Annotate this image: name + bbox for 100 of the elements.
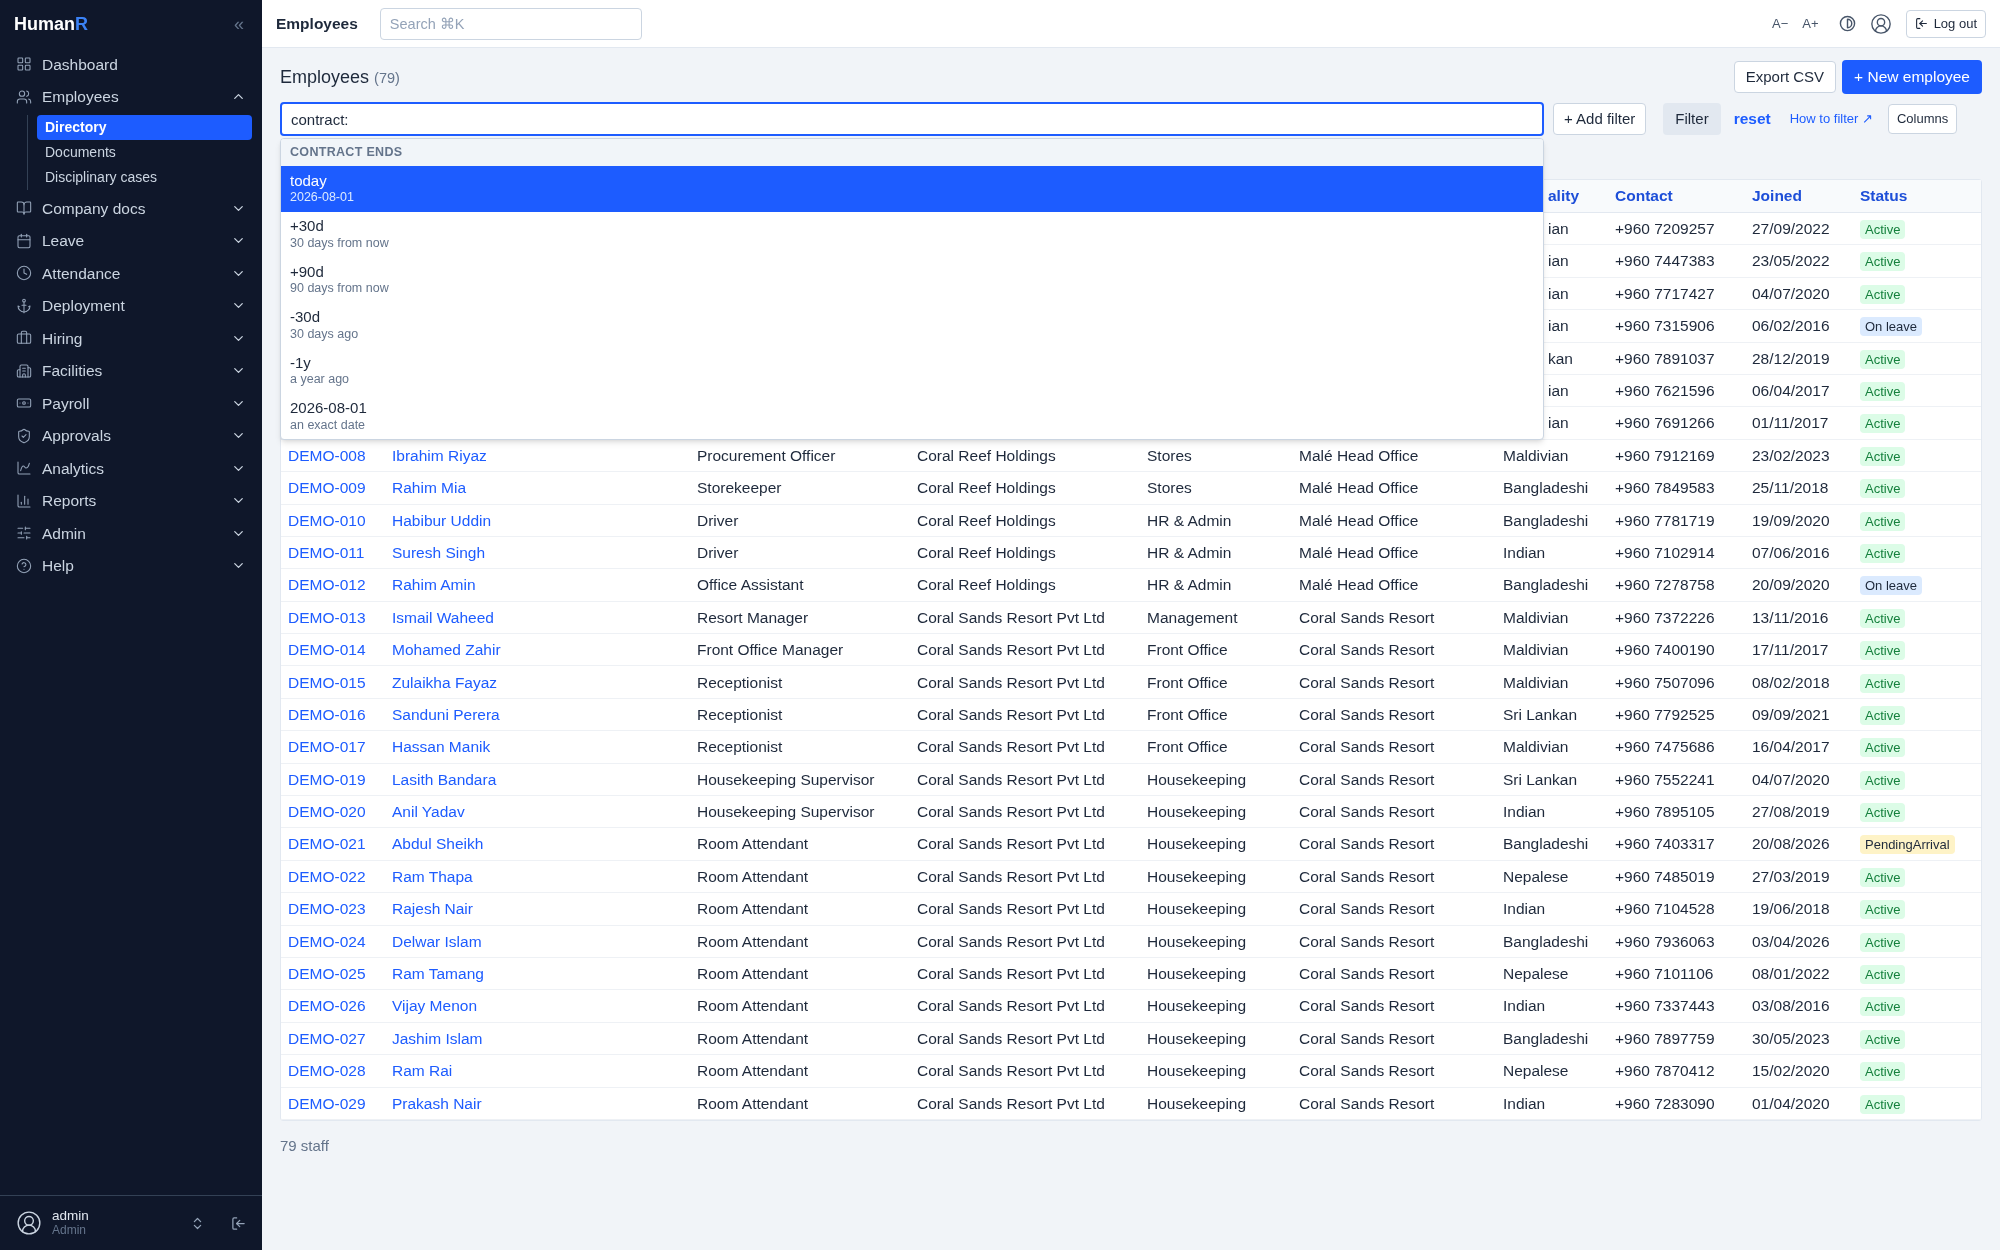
table-cell: +960 7552241 <box>1615 770 1715 788</box>
employee-name-link[interactable]: Hassan Manik <box>392 738 491 756</box>
nav-item[interactable]: Facilities <box>10 354 252 387</box>
table-cell: ian <box>1548 382 1569 399</box>
account-icon[interactable] <box>1869 12 1892 35</box>
nav-item[interactable]: Employees <box>10 80 252 113</box>
employee-id-link[interactable]: DEMO-023 <box>288 900 366 918</box>
table-cell: +960 7621596 <box>1615 382 1715 399</box>
logout-icon[interactable] <box>231 1215 246 1231</box>
table-cell: Indian <box>1503 900 1546 918</box>
search-field[interactable]: Search ⌘K <box>379 7 642 40</box>
employee-id-link[interactable]: DEMO-020 <box>288 803 366 821</box>
employee-name-link[interactable]: Anil Yadav <box>392 803 465 821</box>
table-cell: Coral Sands Resort <box>1299 932 1435 950</box>
employee-name-link[interactable]: Rahim Amin <box>392 576 476 594</box>
nav-item[interactable]: Approvals <box>10 419 252 452</box>
employee-id-link[interactable]: DEMO-019 <box>288 770 366 788</box>
employee-id-link[interactable]: DEMO-024 <box>288 932 366 950</box>
nav-item[interactable]: Reports <box>10 484 252 517</box>
column-header: Status <box>1860 187 1908 205</box>
suggestion-option[interactable]: -1y a year ago <box>281 348 1543 394</box>
employee-name-link[interactable]: Habibur Uddin <box>392 511 492 529</box>
nav-item[interactable]: Deployment <box>10 289 252 322</box>
increase-font-button[interactable]: A+ <box>1802 13 1819 34</box>
suggestion-option[interactable]: +30d 30 days from now <box>281 211 1543 257</box>
table-cell: Bangladeshi <box>1503 479 1589 497</box>
employee-id-link[interactable]: DEMO-028 <box>288 1062 366 1080</box>
employee-name-link[interactable]: Rajesh Nair <box>392 900 473 918</box>
suggestion-option[interactable]: +90d 90 days from now <box>281 257 1543 303</box>
filter-input[interactable]: contract: <box>280 102 1544 136</box>
contrast-icon[interactable] <box>1838 15 1856 32</box>
employee-name-link[interactable]: Sanduni Perera <box>392 705 500 723</box>
nav-item[interactable]: Help <box>10 549 252 582</box>
collapse-button[interactable]: « <box>230 10 248 38</box>
nav-item[interactable]: Hiring <box>10 322 252 355</box>
reset-link[interactable]: reset <box>1729 107 1775 131</box>
employee-id-link[interactable]: DEMO-025 <box>288 965 366 983</box>
table-cell: Front Office <box>1147 673 1228 691</box>
employee-name-link[interactable]: Ram Rai <box>392 1062 453 1080</box>
suggestion-option[interactable]: today 2026-08-01 <box>281 166 1543 212</box>
employee-id-link[interactable]: DEMO-009 <box>288 479 366 497</box>
nav-item[interactable]: Attendance <box>10 257 252 290</box>
employee-id-link[interactable]: DEMO-014 <box>288 641 366 659</box>
table-cell: +960 7400190 <box>1615 641 1715 659</box>
nav-item[interactable]: Payroll <box>10 387 252 420</box>
employee-name-link[interactable]: Lasith Bandara <box>392 770 497 788</box>
column-header: ality <box>1548 187 1579 205</box>
table-cell: Room Attendant <box>697 1062 809 1080</box>
logout-icon <box>1914 17 1928 30</box>
employee-name-link[interactable]: Prakash Nair <box>392 1094 482 1112</box>
new-employee-button[interactable]: + New employee <box>1842 60 1982 94</box>
employee-name-link[interactable]: Suresh Singh <box>392 543 486 561</box>
employee-id-link[interactable]: DEMO-008 <box>288 446 366 464</box>
table-cell: 03/04/2026 <box>1752 932 1830 950</box>
nav-subitem[interactable]: Documents <box>37 140 252 165</box>
employee-name-link[interactable]: Ibrahim Riyaz <box>392 446 487 464</box>
employee-id-link[interactable]: DEMO-021 <box>288 835 366 853</box>
employee-id-link[interactable]: DEMO-015 <box>288 673 366 691</box>
employee-name-link[interactable]: Rahim Mia <box>392 479 467 497</box>
export-csv-button[interactable]: Export CSV <box>1733 61 1837 93</box>
employee-id-link[interactable]: DEMO-017 <box>288 738 366 756</box>
employee-name-link[interactable]: Zulaikha Fayaz <box>392 673 498 691</box>
employee-name-link[interactable]: Ram Tamang <box>392 965 484 983</box>
employee-name-link[interactable]: Ismail Waheed <box>392 608 494 626</box>
status-badge: Active <box>1860 738 1906 758</box>
employee-id-link[interactable]: DEMO-027 <box>288 1029 366 1047</box>
employee-name-link[interactable]: Ram Thapa <box>392 867 473 885</box>
decrease-font-button[interactable]: A− <box>1772 13 1789 34</box>
employee-id-link[interactable]: DEMO-011 <box>288 543 365 561</box>
suggestion-option[interactable]: 2026-08-01 an exact date <box>281 393 1543 439</box>
nav-item[interactable]: Admin <box>10 517 252 550</box>
how-to-filter-link[interactable]: How to filter ↗ <box>1783 109 1879 129</box>
employee-name-link[interactable]: Abdul Sheikh <box>392 835 484 853</box>
employee-id-link[interactable]: DEMO-010 <box>288 511 366 529</box>
table-cell: +960 7691266 <box>1615 414 1715 432</box>
employee-name-link[interactable]: Delwar Islam <box>392 932 482 950</box>
employee-id-link[interactable]: DEMO-026 <box>288 997 366 1015</box>
table-cell: 08/01/2022 <box>1752 965 1830 983</box>
employee-name-link[interactable]: Vijay Menon <box>392 997 477 1015</box>
table-cell: +960 7403317 <box>1615 835 1715 853</box>
employee-id-link[interactable]: DEMO-013 <box>288 608 366 626</box>
logout-button[interactable]: Log out <box>1905 9 1986 38</box>
nav-item[interactable]: Company docs <box>10 192 252 225</box>
employee-id-link[interactable]: DEMO-012 <box>288 576 366 594</box>
columns-button[interactable]: Columns <box>1887 104 1958 134</box>
nav-item[interactable]: Leave <box>10 224 252 257</box>
filter-button[interactable]: Filter <box>1663 103 1721 135</box>
employee-id-link[interactable]: DEMO-016 <box>288 705 366 723</box>
employee-id-link[interactable]: DEMO-029 <box>288 1094 366 1112</box>
nav-item[interactable]: Analytics <box>10 452 252 485</box>
nav-item[interactable]: Dashboard <box>10 48 252 81</box>
nav-subitem[interactable]: Directory <box>37 115 252 140</box>
employee-id-link[interactable]: DEMO-022 <box>288 867 366 885</box>
employee-name-link[interactable]: Mohamed Zahir <box>392 641 501 659</box>
shield-icon <box>16 427 32 444</box>
add-filter-button[interactable]: + Add filter <box>1553 103 1647 135</box>
table-cell: Stores <box>1147 446 1192 464</box>
nav-subitem[interactable]: Disciplinary cases <box>37 165 252 190</box>
employee-name-link[interactable]: Jashim Islam <box>392 1029 483 1047</box>
suggestion-option[interactable]: -30d 30 days ago <box>281 302 1543 348</box>
